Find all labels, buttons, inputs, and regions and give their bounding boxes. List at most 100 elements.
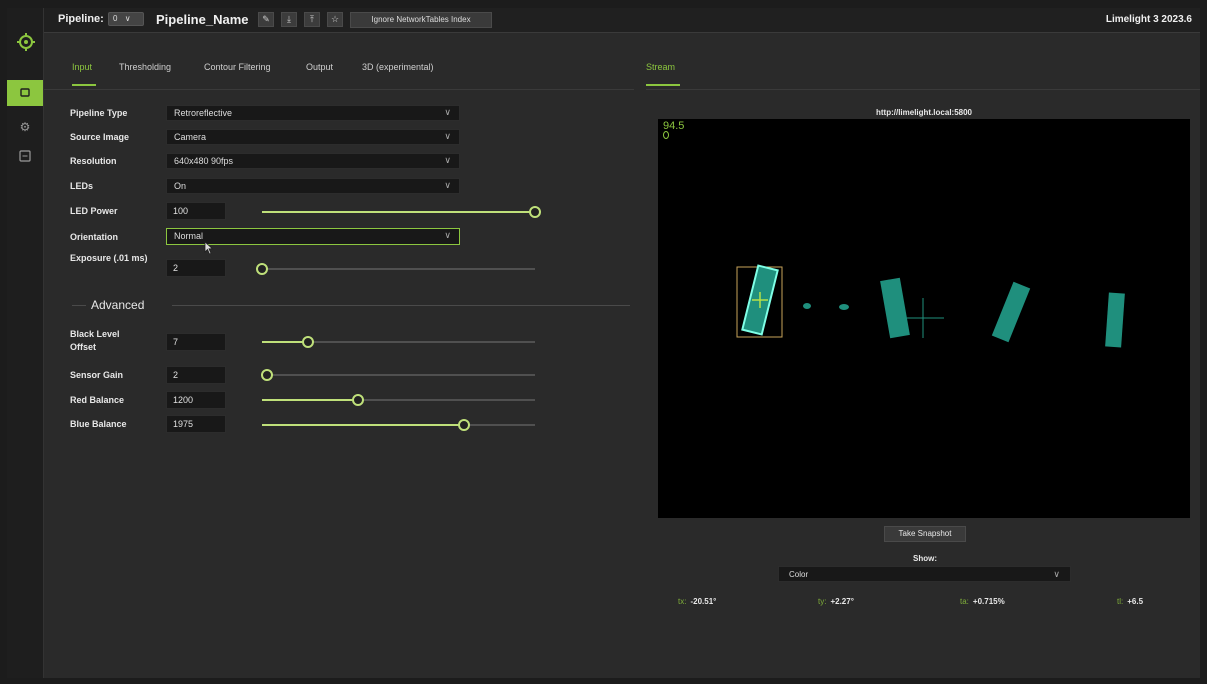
metric-ty-key: ty: bbox=[818, 597, 827, 606]
pipeline-index-select[interactable]: 0 ∨ bbox=[108, 12, 144, 26]
blue-balance-label: Blue Balance bbox=[70, 419, 127, 429]
leds-value: On bbox=[174, 181, 187, 191]
metric-ty: ty: +2.27° bbox=[818, 597, 854, 606]
leds-select[interactable]: On ∨ bbox=[166, 178, 460, 194]
led-power-label: LED Power bbox=[70, 206, 118, 216]
window-frame-bottom bbox=[0, 678, 1207, 684]
metric-tx-key: tx: bbox=[678, 597, 687, 606]
upload-icon: ⤒ bbox=[310, 14, 314, 24]
slider-handle[interactable] bbox=[302, 336, 315, 348]
metric-ta-value: +0.715% bbox=[972, 597, 1005, 606]
metric-ta: ta: +0.715% bbox=[960, 597, 1005, 606]
ignore-networktables-button[interactable]: Ignore NetworkTables Index bbox=[350, 12, 492, 28]
sensor-gain-label: Sensor Gain bbox=[70, 370, 124, 380]
orientation-value: Normal bbox=[174, 231, 204, 241]
slider-handle[interactable] bbox=[351, 394, 364, 406]
leds-label: LEDs bbox=[70, 181, 94, 191]
chevron-down-icon: ∨ bbox=[1053, 569, 1060, 579]
tab-divider bbox=[44, 89, 634, 90]
black-level-label: Black Level Offset bbox=[70, 329, 120, 352]
red-balance-input[interactable]: 1200 bbox=[166, 391, 226, 409]
show-label: Show: bbox=[913, 554, 937, 563]
metric-tl: tl: +6.5 bbox=[1117, 597, 1143, 606]
tab-stream[interactable]: Stream bbox=[646, 62, 675, 72]
advanced-section-label: Advanced bbox=[91, 298, 145, 312]
exposure-label: Exposure (.01 ms) bbox=[70, 253, 148, 263]
pipeline-type-label: Pipeline Type bbox=[70, 108, 128, 118]
advanced-divider-right bbox=[172, 305, 630, 306]
led-power-input[interactable]: 100 bbox=[166, 202, 226, 220]
mouse-cursor-icon bbox=[204, 241, 214, 255]
gear-icon: ⚙ bbox=[19, 120, 31, 134]
window-frame-top bbox=[0, 0, 1207, 8]
sensor-gain-slider[interactable] bbox=[261, 369, 535, 381]
chevron-down-icon: ∨ bbox=[444, 131, 451, 141]
led-power-slider[interactable] bbox=[262, 206, 541, 218]
download-icon: ⤓ bbox=[287, 14, 291, 24]
pencil-icon: ✎ bbox=[262, 14, 270, 24]
pipeline-type-value: Retroreflective bbox=[174, 108, 233, 118]
tab-input[interactable]: Input bbox=[72, 62, 92, 72]
stream-tab-divider bbox=[646, 89, 1200, 90]
take-snapshot-button[interactable]: Take Snapshot bbox=[884, 526, 966, 542]
tab-thresholding[interactable]: Thresholding bbox=[119, 62, 171, 72]
terminal-icon bbox=[19, 150, 31, 162]
camera-stream-view[interactable]: 94.5 bbox=[658, 119, 1190, 518]
camera-icon bbox=[20, 88, 30, 97]
metric-ty-value: +2.27° bbox=[830, 597, 854, 606]
target-strip bbox=[880, 277, 910, 339]
slider-handle[interactable] bbox=[261, 369, 274, 381]
chevron-down-icon: ∨ bbox=[444, 107, 451, 117]
window-frame-right bbox=[1200, 0, 1207, 684]
pipeline-type-select[interactable]: Retroreflective ∨ bbox=[166, 105, 460, 121]
tab-contour-filtering[interactable]: Contour Filtering bbox=[204, 62, 271, 72]
sidebar-item-terminal[interactable] bbox=[7, 150, 43, 165]
download-button[interactable]: ⤓ bbox=[281, 12, 297, 27]
slider-fill bbox=[262, 211, 535, 213]
metric-tx-value: -20.51° bbox=[690, 597, 717, 606]
slider-fill bbox=[262, 424, 465, 426]
slider-handle[interactable] bbox=[458, 419, 471, 431]
target-strip bbox=[991, 281, 1031, 343]
edit-name-button[interactable]: ✎ bbox=[258, 12, 274, 27]
chevron-down-icon: ∨ bbox=[444, 155, 451, 165]
target-strip bbox=[1105, 292, 1125, 348]
black-level-slider[interactable] bbox=[262, 336, 535, 348]
limelight-logo-icon bbox=[17, 33, 35, 51]
source-image-select[interactable]: Camera ∨ bbox=[166, 129, 460, 145]
pipeline-label: Pipeline: bbox=[58, 13, 104, 25]
metric-tl-key: tl: bbox=[1117, 597, 1124, 606]
sidebar-item-camera[interactable] bbox=[7, 80, 43, 106]
blue-balance-input[interactable]: 1975 bbox=[166, 415, 226, 433]
exposure-input[interactable]: 2 bbox=[166, 259, 226, 277]
slider-fill bbox=[262, 399, 358, 401]
black-level-input[interactable]: 7 bbox=[166, 333, 226, 351]
show-select[interactable]: Color ∨ bbox=[778, 566, 1071, 582]
tab-output[interactable]: Output bbox=[306, 62, 333, 72]
advanced-divider-left bbox=[72, 305, 86, 306]
metric-tl-value: +6.5 bbox=[1127, 597, 1144, 606]
favorite-button[interactable]: ☆ bbox=[327, 12, 343, 27]
metric-ta-key: ta: bbox=[960, 597, 969, 606]
resolution-value: 640x480 90fps bbox=[174, 156, 234, 166]
sidebar-item-settings[interactable]: ⚙ bbox=[7, 120, 43, 134]
target-blob bbox=[803, 303, 811, 309]
red-balance-slider[interactable] bbox=[262, 394, 535, 406]
exposure-slider[interactable] bbox=[256, 263, 535, 275]
tab-3d[interactable]: 3D (experimental) bbox=[362, 62, 434, 72]
slider-handle[interactable] bbox=[256, 263, 268, 275]
tab-stream-underline bbox=[646, 84, 680, 86]
chevron-down-icon: ∨ bbox=[444, 180, 451, 190]
orientation-label: Orientation bbox=[70, 232, 119, 242]
resolution-select[interactable]: 640x480 90fps ∨ bbox=[166, 153, 460, 169]
upload-button[interactable]: ⤒ bbox=[304, 12, 320, 27]
show-value: Color bbox=[789, 570, 809, 579]
pipeline-name[interactable]: Pipeline_Name bbox=[156, 12, 249, 27]
target-blob bbox=[839, 304, 849, 310]
top-bar: Pipeline: 0 ∨ Pipeline_Name ✎ ⤓ ⤒ ☆ Igno… bbox=[44, 8, 1200, 33]
stream-url: http://limelight.local:5800 bbox=[875, 108, 972, 117]
sensor-gain-input[interactable]: 2 bbox=[166, 366, 226, 384]
blue-balance-slider[interactable] bbox=[262, 419, 535, 431]
source-image-label: Source Image bbox=[70, 132, 130, 142]
slider-handle[interactable] bbox=[529, 206, 541, 218]
